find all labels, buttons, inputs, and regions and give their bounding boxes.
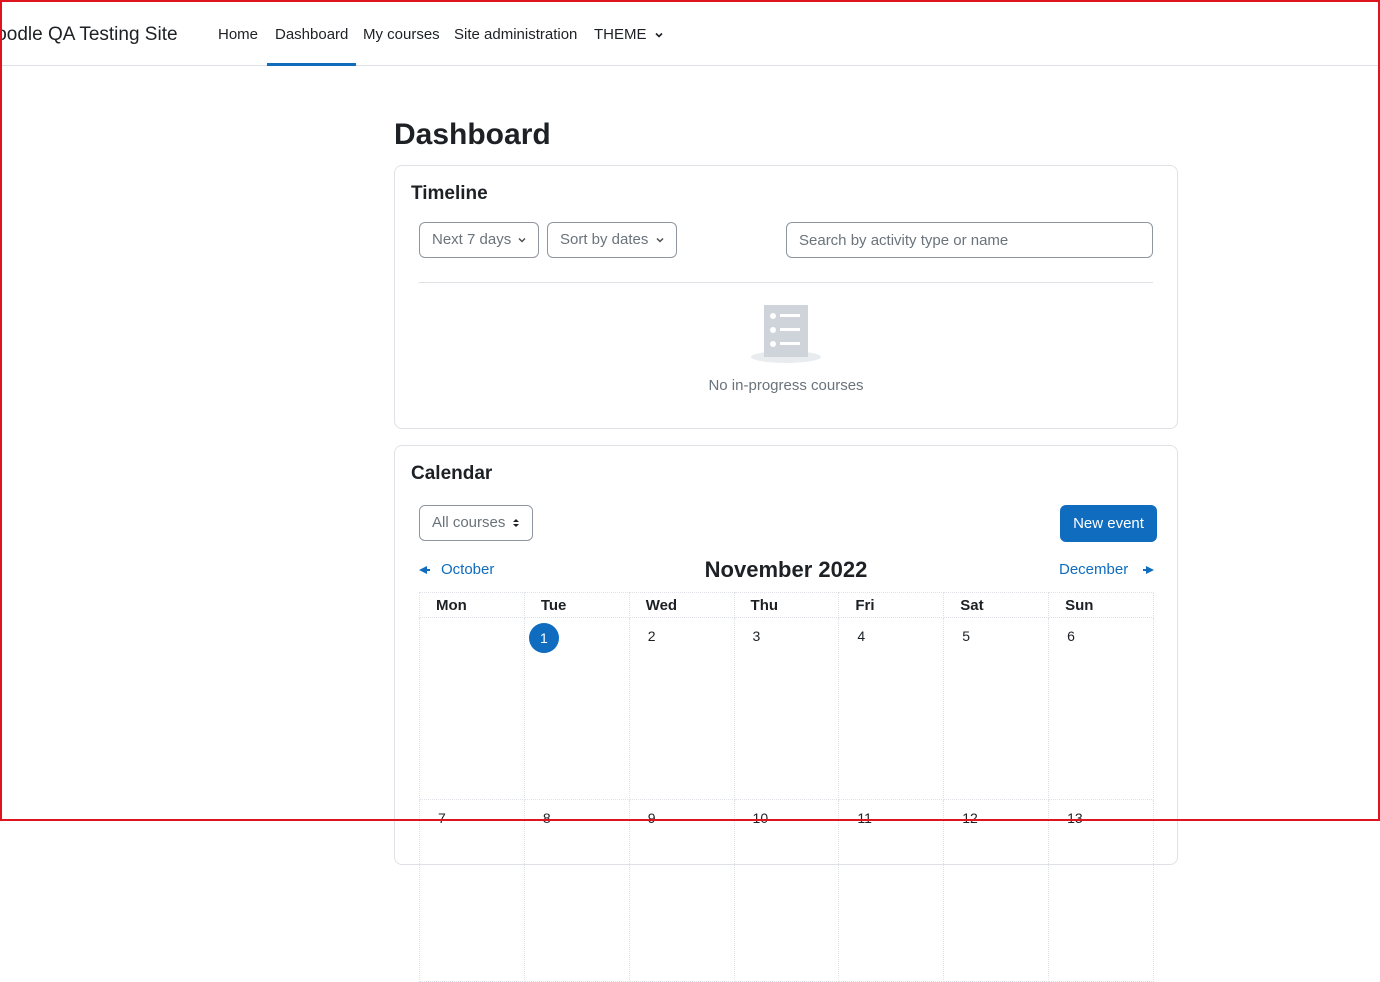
timeline-search-input[interactable]	[786, 222, 1153, 258]
timeline-empty-message: No in-progress courses	[708, 377, 864, 394]
timeline-range-select[interactable]: Next 7 days	[419, 222, 539, 258]
calendar-day-cell[interactable]: 7	[419, 799, 525, 982]
calendar-day-cell[interactable]: 6	[1048, 617, 1154, 800]
calendar-day-cell[interactable]: 3	[733, 617, 840, 800]
sort-arrows-icon	[513, 519, 519, 527]
weekday-header: Sun	[1048, 592, 1154, 618]
calendar-title: Calendar	[411, 463, 493, 484]
calendar-week-row: 1 2 3 4 5 6	[419, 617, 1154, 800]
calendar-course-filter-value: All courses	[432, 514, 506, 531]
calendar-day-cell[interactable]: 2	[628, 617, 735, 800]
chevron-down-icon	[518, 237, 526, 243]
nav-my-courses[interactable]: My courses	[363, 0, 440, 66]
page-title: Dashboard	[394, 118, 551, 151]
weekday-header: Thu	[733, 592, 840, 618]
timeline-block: Timeline Next 7 days Sort by dates No in…	[394, 165, 1178, 429]
next-month-label: December	[1059, 561, 1129, 578]
weekday-header: Fri	[838, 592, 945, 618]
weekday-header: Mon	[419, 592, 525, 618]
calendar-day-cell[interactable]: 13	[1048, 799, 1154, 982]
nav-theme-dropdown[interactable]: THEME	[594, 0, 664, 66]
next-month-link[interactable]: December	[1059, 561, 1155, 578]
timeline-sort-value: Sort by dates	[560, 231, 649, 248]
timeline-title: Timeline	[411, 183, 488, 204]
weekday-header: Sat	[943, 592, 1050, 618]
nav-home[interactable]: Home	[218, 0, 258, 66]
today-day-number[interactable]: 1	[528, 623, 559, 653]
calendar-course-filter[interactable]: All courses	[419, 505, 533, 541]
arrow-right-icon	[1143, 566, 1155, 575]
calendar-day-cell[interactable]: 4	[838, 617, 945, 800]
calendar-day-cell[interactable]: 5	[943, 617, 1050, 800]
calendar-day-cell[interactable]: 10	[733, 799, 840, 982]
timeline-divider	[419, 282, 1153, 283]
calendar-day-cell	[419, 617, 525, 800]
top-navbar: loodle QA Testing Site Home Dashboard My…	[0, 0, 1380, 66]
calendar-month-table: Mon Tue Wed Thu Fri Sat Sun 1 2 3 4 5 6	[419, 592, 1154, 982]
chevron-down-icon	[655, 32, 663, 38]
nav-site-administration[interactable]: Site administration	[454, 0, 577, 66]
calendar-day-cell-today[interactable]: 1	[523, 617, 630, 800]
nav-dashboard[interactable]: Dashboard	[267, 0, 357, 66]
no-courses-icon	[751, 305, 821, 363]
weekday-header: Tue	[523, 592, 630, 618]
timeline-sort-select[interactable]: Sort by dates	[547, 222, 677, 258]
calendar-day-cell[interactable]: 11	[838, 799, 945, 982]
calendar-week-row: 7 8 9 10 11 12 13	[419, 799, 1154, 982]
calendar-block: Calendar All courses New event October N…	[394, 445, 1178, 982]
site-brand[interactable]: loodle QA Testing Site	[0, 24, 178, 46]
chevron-down-icon	[656, 237, 664, 243]
nav-theme-label: THEME	[594, 26, 647, 43]
weekday-header: Wed	[628, 592, 735, 618]
calendar-day-cell[interactable]: 12	[943, 799, 1050, 982]
calendar-day-cell[interactable]: 8	[523, 799, 630, 982]
calendar-day-cell[interactable]: 9	[628, 799, 735, 982]
timeline-range-value: Next 7 days	[432, 231, 512, 248]
new-event-button[interactable]: New event	[1060, 505, 1157, 542]
weekday-header-row: Mon Tue Wed Thu Fri Sat Sun	[419, 592, 1154, 618]
